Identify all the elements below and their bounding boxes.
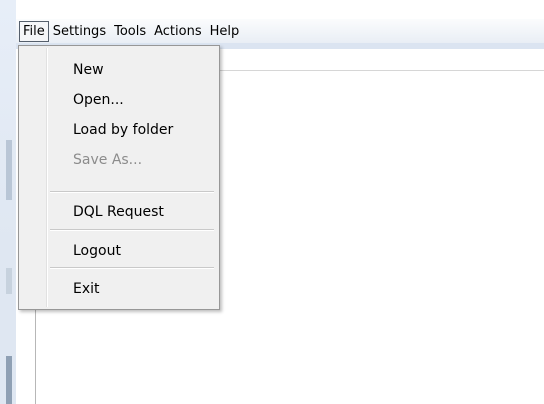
menu-item-label: Exit [73,281,100,297]
menu-item-label: Logout [73,243,121,259]
menu-icon-gutter [46,48,48,307]
window-top-area [0,0,544,10]
menu-item-label: DQL Request [73,204,164,220]
menu-item-label: Save As... [73,152,143,168]
menu-item-logout[interactable]: Logout [21,239,217,263]
menu-separator [50,191,214,193]
frame-shade [6,356,12,404]
menu-item-new[interactable]: New [21,58,217,82]
frame-shade [6,140,12,200]
menu-item-label: New [73,62,104,78]
window-left-frame [0,0,16,404]
menu-item-open[interactable]: Open... [21,88,217,112]
menu-item-label: Open... [73,92,124,108]
menu-bar: File Settings Tools Actions Help [16,19,544,43]
application-window: File Settings Tools Actions Help New Ope… [0,0,544,404]
file-menu-dropdown: New Open... Load by folder Save As... DQ… [18,45,220,310]
menu-help[interactable]: Help [206,21,244,42]
menu-separator [50,229,214,231]
menu-settings[interactable]: Settings [49,21,110,42]
menu-item-dql-request[interactable]: DQL Request [21,200,217,224]
frame-shade [6,268,12,294]
menu-file[interactable]: File [19,20,49,42]
menu-actions[interactable]: Actions [150,21,206,42]
menu-item-label: Load by folder [73,122,174,138]
menu-item-load-by-folder[interactable]: Load by folder [21,118,217,142]
menu-item-exit[interactable]: Exit [21,277,217,301]
menu-tools[interactable]: Tools [110,21,150,42]
menu-separator [50,267,214,269]
menu-item-save-as: Save As... [21,148,217,172]
